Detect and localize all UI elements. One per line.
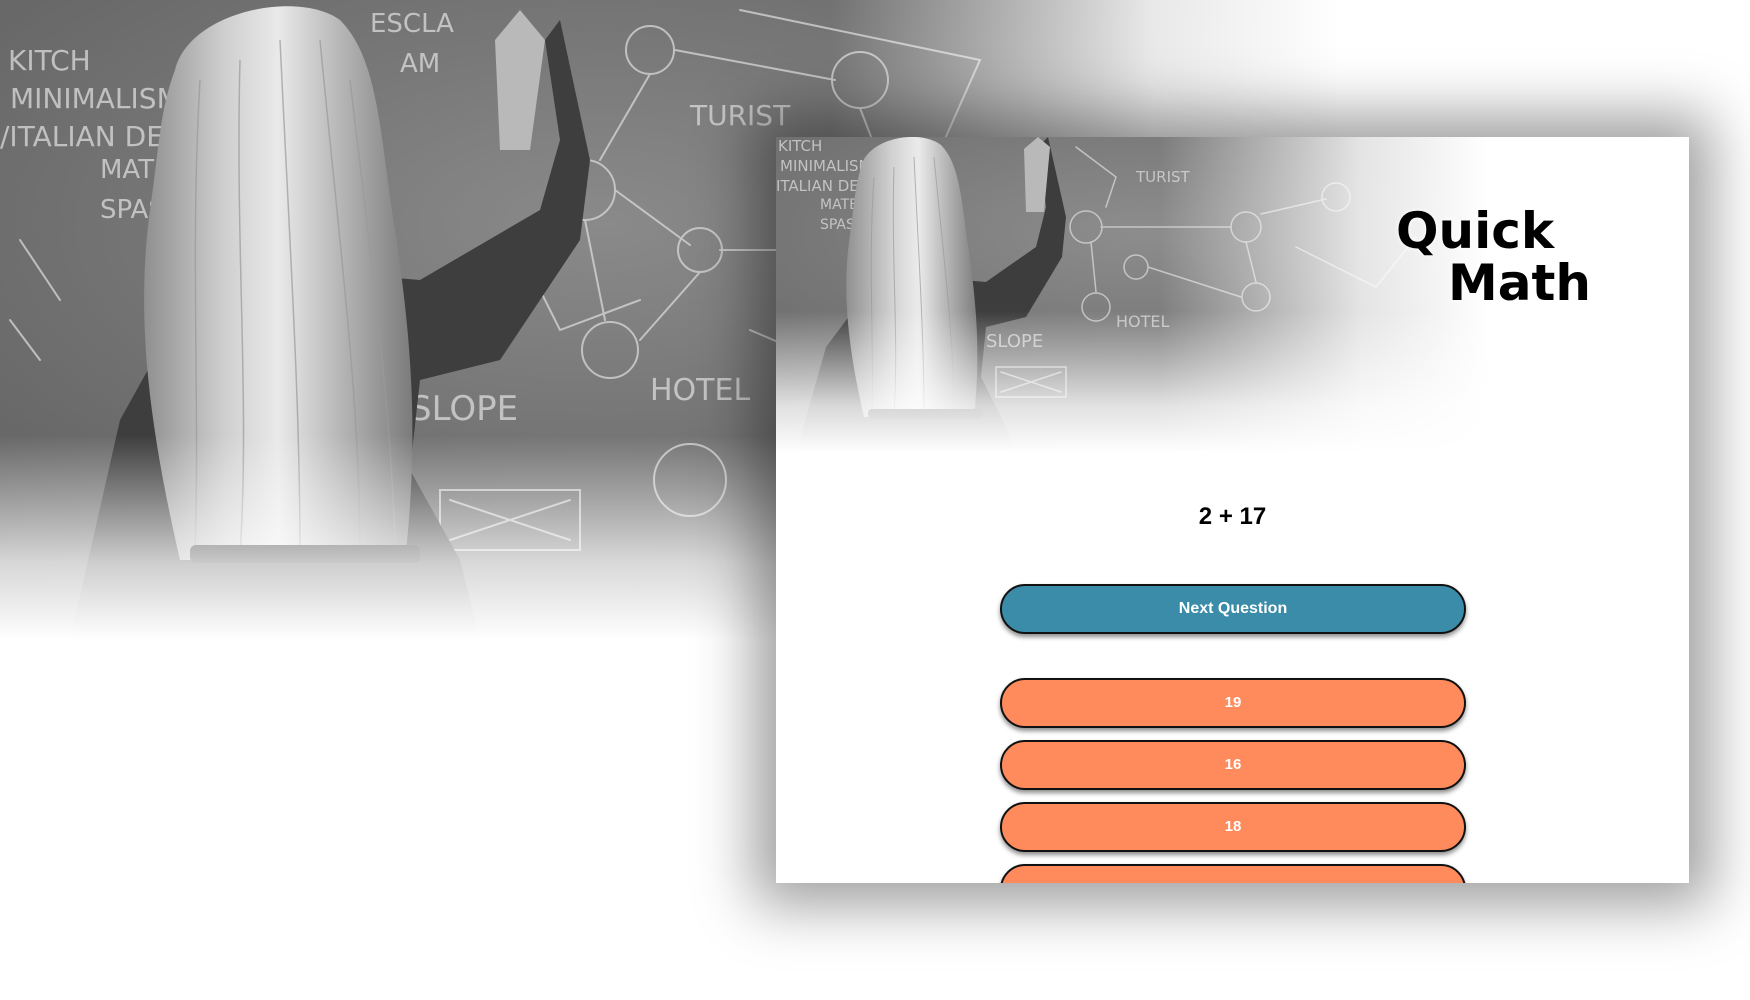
- app-title-line-1: Quick: [1396, 202, 1555, 260]
- answer-button[interactable]: 19: [1000, 678, 1466, 728]
- answer-button[interactable]: [1000, 864, 1466, 883]
- app-title-line-2: Math: [1448, 254, 1591, 312]
- answer-button[interactable]: 18: [1000, 802, 1466, 852]
- answer-button[interactable]: 16: [1000, 740, 1466, 790]
- question-text: 2 + 17: [1198, 503, 1267, 530]
- next-question-button[interactable]: Next Question: [1000, 584, 1466, 634]
- quick-math-app-card: KITCH MINIMALISM ITALIAN DESIG MATER SPA…: [776, 137, 1689, 883]
- hero-image: KITCH MINIMALISM ITALIAN DESIG MATER SPA…: [776, 137, 1689, 453]
- page: KITCH MINIMALISM /ITALIAN DESIG MATER SP…: [0, 0, 1750, 1000]
- app-title: Quick Math: [1396, 205, 1591, 309]
